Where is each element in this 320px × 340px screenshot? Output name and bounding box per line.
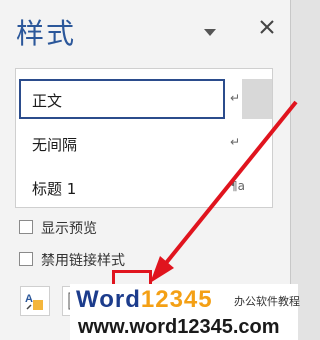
svg-text:A: A (25, 293, 33, 305)
watermark-brand: Word12345 (76, 286, 213, 313)
paragraph-mark-icon: ↵ (230, 135, 241, 149)
checkbox-label: 显示预览 (41, 221, 97, 237)
new-style-button[interactable]: A (20, 286, 50, 316)
style-list: 正文 ↵ 无间隔 ↵ 标题 1 ¶a (15, 68, 273, 208)
close-icon (260, 20, 274, 34)
style-list-scrollbar[interactable] (242, 79, 272, 119)
style-item-normal[interactable]: 正文 ↵ (16, 79, 272, 119)
checkbox-label: 禁用链接样式 (41, 253, 125, 269)
paragraph-mark-icon: ↵ (230, 91, 241, 105)
pane-options-button[interactable] (203, 22, 217, 36)
style-item-label: 标题 1 (32, 180, 77, 198)
checkbox-box[interactable] (19, 220, 33, 234)
checkbox-box[interactable] (19, 252, 33, 266)
show-preview-checkbox[interactable]: 显示预览 (19, 218, 139, 238)
style-item-label: 无间隔 (32, 136, 78, 154)
watermark-url: www.word12345.com (78, 316, 280, 338)
watermark-url-banner: www.word12345.com (70, 314, 298, 340)
disable-linked-styles-checkbox[interactable]: 禁用链接样式 (19, 250, 159, 270)
new-style-icon: A (25, 293, 43, 310)
style-item-label: 正文 (32, 92, 63, 110)
linked-style-mark-icon: ¶a (230, 179, 245, 193)
close-button[interactable] (258, 18, 276, 36)
watermark-tagline: 办公软件教程 (234, 295, 300, 308)
chevron-down-icon (204, 29, 216, 36)
style-item-heading-1[interactable]: 标题 1 ¶a (16, 167, 272, 207)
pane-title: 样式 (16, 17, 77, 50)
style-item-no-spacing[interactable]: 无间隔 ↵ (16, 123, 272, 163)
watermark-banner: Word12345 办公软件教程 (70, 284, 300, 314)
